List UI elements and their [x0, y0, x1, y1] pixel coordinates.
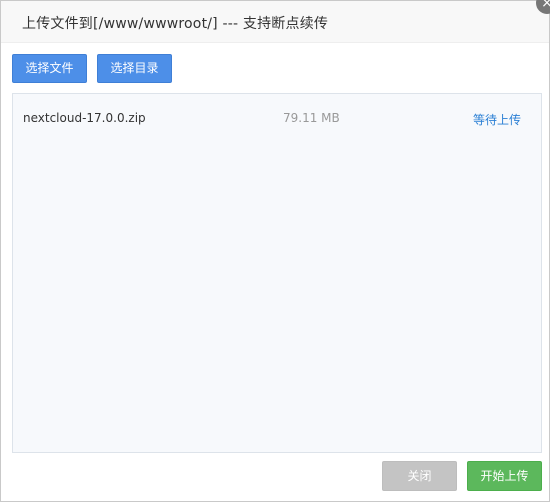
file-list: nextcloud-17.0.0.zip 79.11 MB 等待上传 [12, 93, 542, 453]
close-button[interactable]: 关闭 [382, 461, 457, 491]
select-file-button[interactable]: 选择文件 [12, 54, 87, 83]
close-icon[interactable]: × [536, 0, 550, 14]
file-size: 79.11 MB [283, 111, 340, 125]
upload-dialog: 上传文件到[/www/wwwroot/] --- 支持断点续传 × 选择文件 选… [0, 0, 550, 502]
file-status[interactable]: 等待上传 [473, 111, 521, 128]
select-directory-button[interactable]: 选择目录 [97, 54, 172, 83]
start-upload-button[interactable]: 开始上传 [467, 461, 542, 491]
file-row: nextcloud-17.0.0.zip 79.11 MB 等待上传 [13, 107, 541, 131]
dialog-title: 上传文件到[/www/wwwroot/] --- 支持断点续传 [22, 16, 329, 32]
file-name: nextcloud-17.0.0.zip [23, 111, 146, 125]
dialog-title-bar: 上传文件到[/www/wwwroot/] --- 支持断点续传 × [1, 0, 550, 43]
